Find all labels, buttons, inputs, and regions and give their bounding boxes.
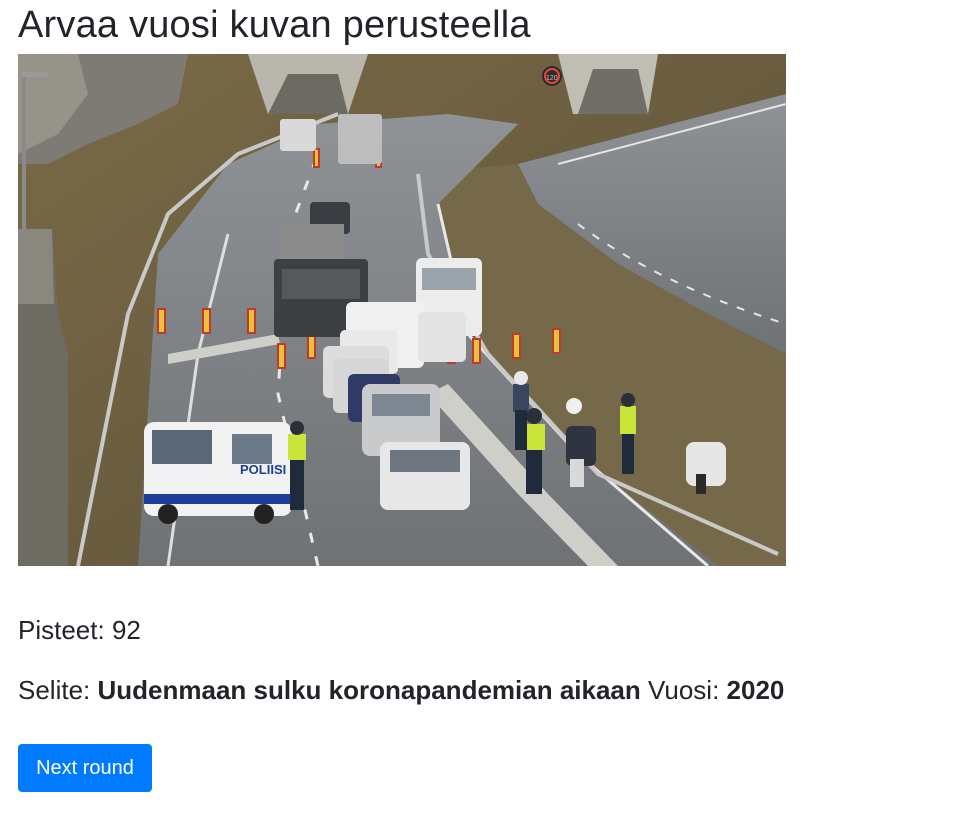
score-value: 92 [111, 615, 141, 645]
caption-text: Uudenmaan sulku koronapandemian aikaan [97, 675, 641, 705]
game-page: Arvaa vuosi kuvan perusteella POLIISI 12… [0, 0, 956, 820]
score-line: Pisteet: 92 [18, 612, 141, 648]
caption-label: Selite: [18, 675, 91, 705]
next-round-button[interactable]: Next round [18, 744, 152, 792]
year-label: Vuosi: [648, 675, 720, 705]
guess-photo: POLIISI 120 [18, 54, 786, 566]
page-title: Arvaa vuosi kuvan perusteella [18, 4, 531, 46]
score-label: Pisteet: [18, 615, 105, 645]
year-value: 2020 [726, 675, 785, 705]
caption-line: Selite: Uudenmaan sulku koronapandemian … [18, 672, 784, 708]
svg-text:120: 120 [546, 75, 558, 82]
svg-text:POLIISI: POLIISI [240, 462, 286, 477]
